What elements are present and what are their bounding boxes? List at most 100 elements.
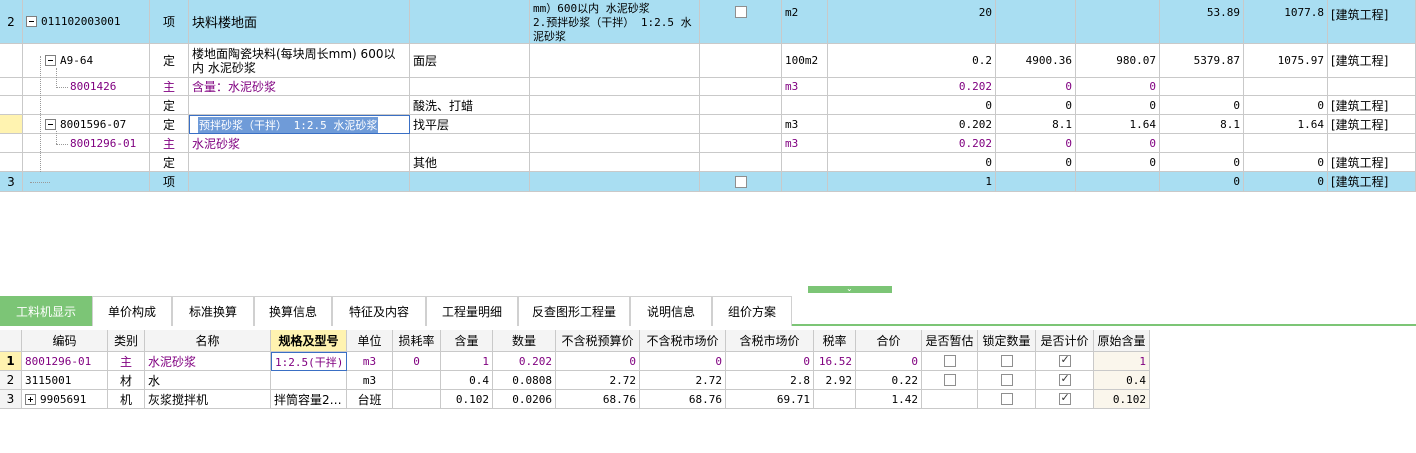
table-row[interactable]: A9-64 定 楼地面陶瓷块料(每块周长mm) 600以内 水泥砂浆 面层 10… <box>0 44 1416 78</box>
unit-price-cell <box>1160 134 1244 153</box>
row-number: 3 <box>0 172 23 192</box>
name-cell: 含量：水泥砂浆 <box>189 78 410 96</box>
total-cell: 0.22 <box>856 371 922 390</box>
col-header[interactable]: 是否计价 <box>1036 330 1094 352</box>
table-row[interactable]: 3 项 1 0 0 [建筑工程] <box>0 172 1416 192</box>
tab-unit-price-composition[interactable]: 单价构成 <box>92 296 172 326</box>
feature-cell: mm）600以内 水泥砂浆 2.预拌砂浆（干拌） 1:2.5 水 泥砂浆 <box>530 0 700 44</box>
col-header[interactable]: 损耗率 <box>393 330 441 352</box>
lock-qty-checkbox[interactable] <box>1000 393 1013 405</box>
expand-icon[interactable] <box>25 393 36 405</box>
tree-connector <box>56 68 57 88</box>
name-cell: 水 <box>145 371 271 390</box>
collapse-icon[interactable] <box>45 118 56 130</box>
unit-cell: m2 <box>782 0 828 44</box>
checkbox-cell <box>700 78 782 96</box>
checkbox[interactable] <box>734 6 747 18</box>
col-header[interactable]: 不含税市场价 <box>640 330 726 352</box>
table-row[interactable]: 定 其他 0 0 0 0 0 [建筑工程] <box>0 153 1416 172</box>
estimate-checkbox[interactable] <box>943 355 956 367</box>
price-cell <box>1076 172 1160 192</box>
collapse-icon[interactable] <box>45 55 56 66</box>
tax-rate-cell <box>814 390 856 409</box>
lock-qty-checkbox[interactable] <box>1000 374 1013 386</box>
profession-cell: [建筑工程] <box>1328 96 1416 115</box>
original-content-cell: 0.4 <box>1094 371 1150 390</box>
tab-features-content[interactable]: 特征及内容 <box>332 296 426 326</box>
tax-market-price-cell: 69.71 <box>726 390 814 409</box>
qty-cell: 1 <box>828 172 996 192</box>
table-row[interactable]: 8001426 主 含量：水泥砂浆 m3 0.202 0 0 <box>0 78 1416 96</box>
tab-description[interactable]: 说明信息 <box>630 296 712 326</box>
qty-cell: 0.2 <box>828 44 996 78</box>
table-row[interactable]: 2 011102003001 项 块料楼地面 mm）600以内 水泥砂浆 2.预… <box>0 0 1416 44</box>
col-header[interactable]: 编码 <box>22 330 108 352</box>
profession-cell: [建筑工程] <box>1328 172 1416 192</box>
code-text: 9905691 <box>40 392 87 406</box>
collapse-icon[interactable] <box>26 16 37 27</box>
col-header[interactable]: 税率 <box>814 330 856 352</box>
col-header[interactable]: 锁定数量 <box>978 330 1036 352</box>
tab-labor-material-machine[interactable]: 工料机显示 <box>0 296 92 326</box>
unit-price-cell: 0 <box>1160 153 1244 172</box>
tab-pricing-plan[interactable]: 组价方案 <box>712 296 792 326</box>
priced-checkbox[interactable] <box>1058 372 1071 386</box>
estimate-checkbox-cell <box>922 371 978 390</box>
unit-price-cell: 5379.87 <box>1160 44 1244 78</box>
quantity-cell: 0.202 <box>493 352 556 371</box>
row-number <box>0 78 23 96</box>
profession-cell: [建筑工程] <box>1328 115 1416 134</box>
tab-conversion-info[interactable]: 换算信息 <box>254 296 332 326</box>
col-header[interactable]: 单位 <box>347 330 393 352</box>
table-row[interactable]: 2 3115001 材 水 m3 0.4 0.0808 2.72 2.72 2.… <box>0 371 1150 390</box>
loss-rate-cell <box>393 390 441 409</box>
table-row[interactable]: 1 8001296-01 主 水泥砂浆 1:2.5(干拌) m3 0 1 0.2… <box>0 352 1150 371</box>
priced-checkbox[interactable] <box>1058 391 1071 405</box>
table-row[interactable]: 定 酸洗、打蜡 0 0 0 0 0 [建筑工程] <box>0 96 1416 115</box>
original-content-cell: 0.102 <box>1094 390 1150 409</box>
tab-standard-conversion[interactable]: 标准换算 <box>172 296 254 326</box>
lock-qty-checkbox[interactable] <box>1000 355 1013 367</box>
col-header[interactable]: 含量 <box>441 330 493 352</box>
budget-price-cell: 0 <box>556 352 640 371</box>
checkbox[interactable] <box>734 175 747 188</box>
row-number <box>0 134 23 153</box>
type-cell: 定 <box>150 115 189 134</box>
row-number: 1 <box>0 352 22 371</box>
code-cell: 3115001 <box>22 371 108 390</box>
col-header[interactable]: 含税市场价 <box>726 330 814 352</box>
col-header[interactable]: 合价 <box>856 330 922 352</box>
spec-edit-field[interactable]: 1:2.5(干拌) <box>271 352 347 371</box>
col-header[interactable]: 是否暂估 <box>922 330 978 352</box>
unit-cell: 台班 <box>347 390 393 409</box>
type-cell: 定 <box>150 44 189 78</box>
col-header[interactable]: 不含税预算价 <box>556 330 640 352</box>
tax-market-price-cell: 2.8 <box>726 371 814 390</box>
table-row[interactable]: 8001296-01 主 水泥砂浆 m3 0.202 0 0 <box>0 134 1416 153</box>
feature-cell <box>530 115 700 134</box>
name-edit-field[interactable]: 预拌砂浆（干拌） 1:2.5 水泥砂浆 <box>189 115 410 134</box>
tab-quantity-detail[interactable]: 工程量明细 <box>426 296 518 326</box>
col-header[interactable]: 数量 <box>493 330 556 352</box>
estimate-checkbox[interactable] <box>943 374 956 386</box>
col-header[interactable]: 原始含量 <box>1094 330 1150 352</box>
table-row[interactable]: 3 9905691 机 灰浆搅拌机 拌筒容量2… 台班 0.102 0.0206… <box>0 390 1150 409</box>
chevron-down-icon[interactable]: ⌄ <box>846 285 853 293</box>
price-cell: 0 <box>1076 134 1160 153</box>
price-cell: 4900.36 <box>996 44 1076 78</box>
work-cell <box>410 172 530 192</box>
col-header[interactable]: 类别 <box>108 330 145 352</box>
checkbox-cell <box>700 134 782 153</box>
price-cell: 0 <box>996 134 1076 153</box>
price-cell: 0 <box>1076 153 1160 172</box>
qty-cell: 0 <box>828 96 996 115</box>
type-cell: 项 <box>150 172 189 192</box>
estimate-checkbox-cell <box>922 352 978 371</box>
tab-graphic-quantity[interactable]: 反查图形工程量 <box>518 296 630 326</box>
qty-cell: 0.202 <box>828 78 996 96</box>
priced-checkbox[interactable] <box>1058 353 1071 367</box>
table-row[interactable]: 8001596-07 定 预拌砂浆（干拌） 1:2.5 水泥砂浆 找平层 m3 … <box>0 115 1416 134</box>
col-header[interactable]: 名称 <box>145 330 271 352</box>
checkbox-cell <box>700 153 782 172</box>
col-header[interactable]: 规格及型号 <box>271 330 347 352</box>
